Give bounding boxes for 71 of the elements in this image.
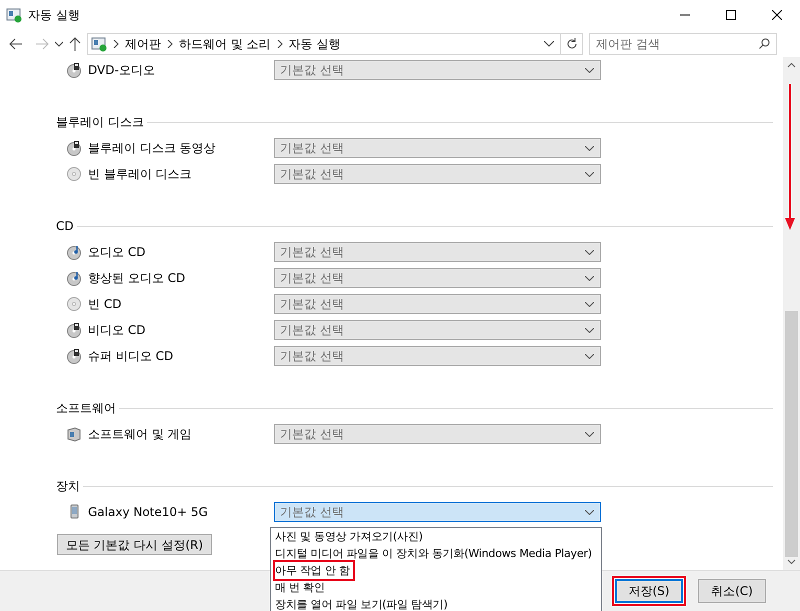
section-heading: 소프트웨어	[56, 400, 116, 417]
app-icon	[6, 7, 22, 23]
chevron-icon	[585, 302, 594, 306]
maximize-icon	[726, 10, 736, 20]
chevron-icon	[585, 510, 594, 514]
control-panel-icon	[91, 36, 107, 52]
back-icon[interactable]	[9, 38, 23, 50]
dropdown[interactable]: 기본값 선택	[274, 346, 601, 366]
dropdown-option[interactable]: 장치를 열어 파일 보기(파일 탐색기)	[275, 596, 451, 611]
chevron-icon	[585, 68, 594, 72]
chevron-icon	[585, 250, 594, 254]
chevron-icon	[585, 276, 594, 280]
dropdown[interactable]: 기본값 선택	[274, 138, 601, 158]
media-type-label: 블루레이 디스크 동영상	[88, 140, 217, 157]
music-disc-icon	[66, 270, 82, 286]
media-type-label: 빈 블루레이 디스크	[88, 166, 193, 183]
disc-icon	[66, 62, 82, 78]
breadcrumb-link[interactable]: 자동 실행	[288, 34, 340, 52]
media-type-label: DVD-오디오	[88, 62, 156, 79]
search-field[interactable]: 제어판 검색	[589, 32, 777, 54]
dropdown[interactable]: 기본값 선택	[274, 242, 601, 262]
window-title: 자동 실행	[28, 7, 80, 24]
dropdown[interactable]: 기본값 선택	[274, 268, 601, 288]
dropdown-option[interactable]: 매 번 확인	[275, 579, 328, 596]
scrollbar[interactable]	[783, 57, 800, 570]
dropdown-option[interactable]: 디지털 미디어 파일을 이 장치와 동기화(Windows Media Player)	[275, 545, 595, 562]
reset-defaults-button[interactable]: 모든 기본값 다시 설정(R)	[57, 534, 212, 555]
media-type-label: 슈퍼 비디오 CD	[88, 348, 174, 365]
media-type-label: 향상된 오디오 CD	[88, 270, 186, 287]
section-heading: 장치	[56, 478, 80, 495]
breadcrumb-link[interactable]: 제어판	[125, 34, 161, 52]
chevron-icon	[585, 354, 594, 358]
close-icon	[772, 10, 782, 20]
dropdown-chevron-icon[interactable]	[544, 40, 554, 46]
dropdown[interactable]: 기본값 선택	[274, 424, 601, 444]
media-type-label: 오디오 CD	[88, 244, 146, 261]
search-icon	[759, 38, 770, 49]
disc-icon	[66, 140, 82, 156]
dropdown[interactable]: 기본값 선택	[274, 320, 601, 340]
disc-icon	[66, 296, 82, 312]
breadcrumb-link[interactable]: 하드웨어 및 소리	[179, 34, 271, 52]
disc-icon	[66, 166, 82, 182]
section-heading: CD	[56, 218, 74, 235]
media-type-label: 빈 CD	[88, 296, 122, 313]
chevron-icon	[585, 328, 594, 332]
dropdown[interactable]: 기본값 선택	[274, 60, 601, 80]
chevron-icon	[585, 432, 594, 436]
media-type-label: 비디오 CD	[88, 322, 146, 339]
media-type-label: 소프트웨어 및 게임	[88, 426, 193, 443]
section-heading: 블루레이 디스크	[56, 114, 144, 131]
cancel-button[interactable]: 취소(C)	[698, 579, 766, 603]
disc-icon	[66, 348, 82, 364]
disc-icon	[66, 322, 82, 338]
dropdown[interactable]: 기본값 선택	[274, 294, 601, 314]
separator-icon	[113, 40, 119, 48]
chevron-icon[interactable]	[55, 40, 63, 46]
separator-icon	[167, 40, 173, 48]
up-icon[interactable]	[69, 36, 81, 50]
search-placeholder: 제어판 검색	[596, 36, 660, 52]
refresh-icon[interactable]	[566, 38, 578, 50]
dropdown-option[interactable]: 사진 및 동영상 가져오기(사진)	[275, 528, 426, 545]
software-box-icon	[66, 426, 82, 442]
chevron-icon	[585, 172, 594, 176]
separator-icon	[276, 40, 283, 48]
chevron-icon	[585, 146, 594, 150]
dropdown[interactable]: 기본값 선택	[274, 502, 601, 522]
dropdown[interactable]: 기본값 선택	[274, 164, 601, 184]
dropdown-option[interactable]: 아무 작업 안 함	[275, 562, 353, 579]
media-type-label: Galaxy Note10+ 5G	[88, 504, 209, 521]
save-button[interactable]: 저장(S)	[615, 579, 683, 603]
music-disc-icon	[66, 244, 82, 260]
